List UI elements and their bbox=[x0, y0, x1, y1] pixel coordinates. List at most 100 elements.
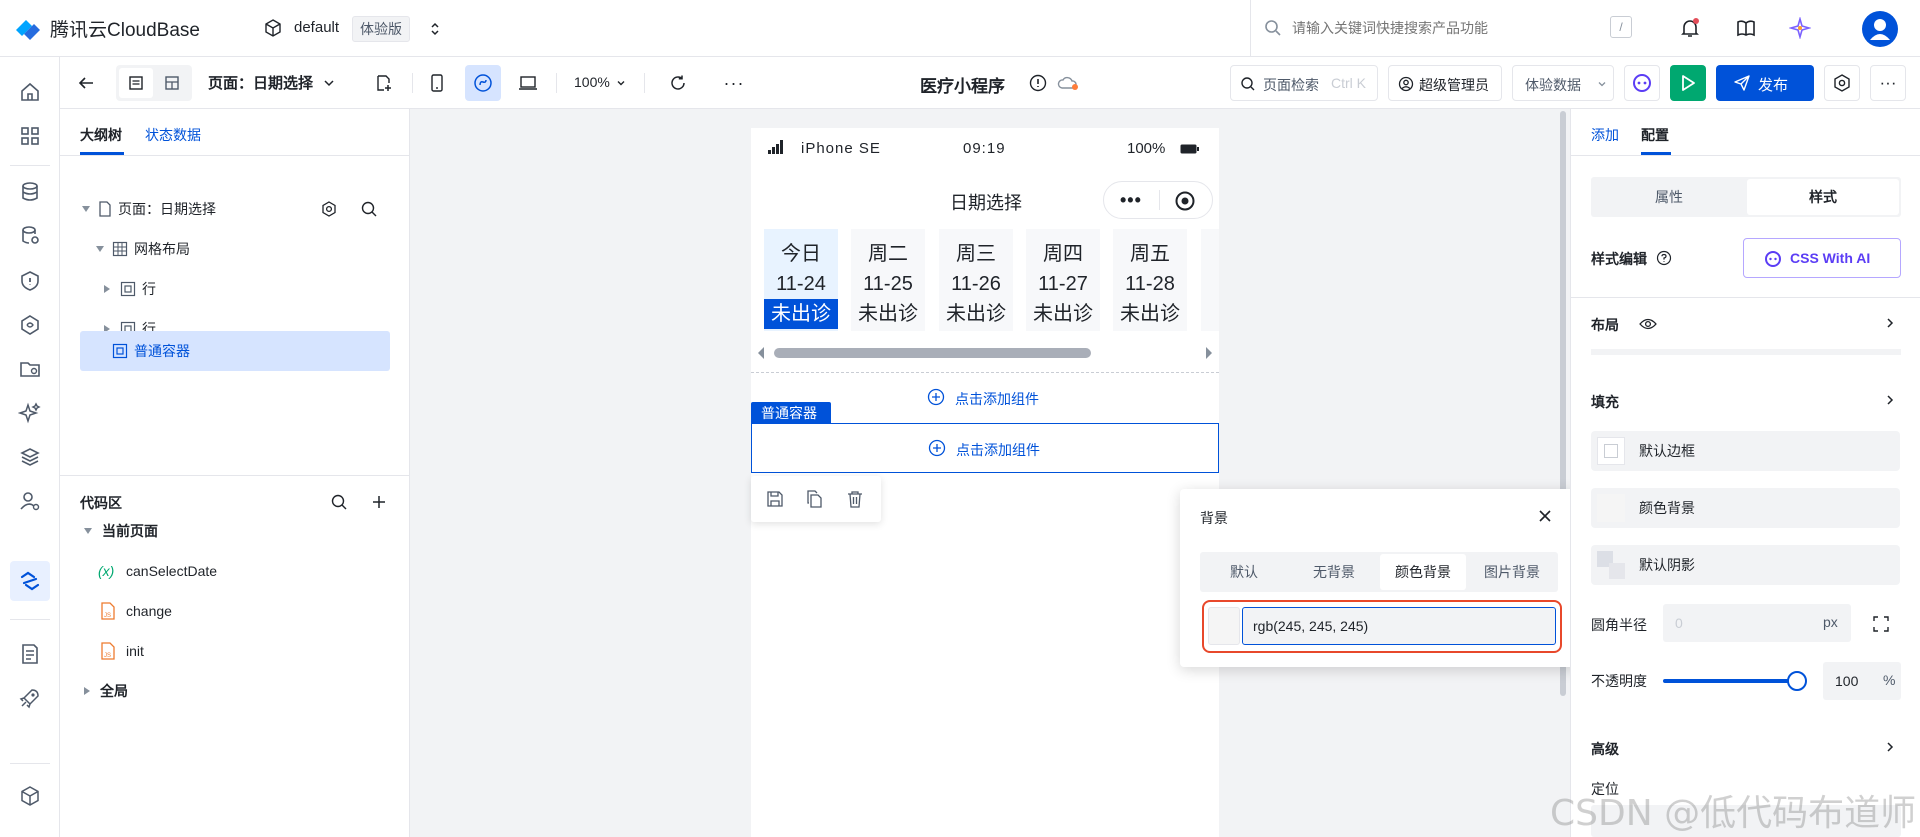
more-menu-icon[interactable]: ··· bbox=[1870, 65, 1906, 101]
tab-state-data[interactable]: 状态数据 bbox=[145, 125, 201, 145]
brand-name[interactable]: 腾讯云CloudBase bbox=[50, 15, 200, 42]
user-settings-icon[interactable] bbox=[18, 489, 42, 513]
zoom-chevron-icon[interactable] bbox=[615, 77, 627, 89]
code-add-icon[interactable] bbox=[368, 491, 390, 513]
radius-input[interactable]: 0 px bbox=[1663, 604, 1851, 642]
switch-env-icon[interactable] bbox=[428, 20, 442, 38]
tree-node-grid[interactable]: 网格布局 bbox=[96, 231, 190, 267]
cloud-function-icon[interactable] bbox=[18, 313, 42, 337]
fill-option-shadow[interactable]: 默认阴影 bbox=[1591, 545, 1900, 585]
delete-icon[interactable] bbox=[845, 489, 865, 509]
scroll-left-arrow[interactable] bbox=[758, 347, 764, 359]
tree-node-page[interactable]: 页面：日期选择 bbox=[82, 191, 216, 227]
advanced-section-title[interactable]: 高级 bbox=[1591, 739, 1619, 759]
tab-outline-tree[interactable]: 大纲树 bbox=[80, 125, 122, 145]
tree-search-icon[interactable] bbox=[358, 198, 380, 220]
role-button[interactable]: 超级管理员 bbox=[1388, 65, 1502, 101]
code-item[interactable]: JS change bbox=[100, 593, 172, 629]
code-item[interactable]: JS init bbox=[100, 633, 144, 669]
tab-add[interactable]: 添加 bbox=[1591, 125, 1619, 145]
date-scroller[interactable]: 今日 11-24 未出诊 周二 11-25 未出诊 周三 11-26 未出诊 周… bbox=[751, 229, 1219, 331]
scroll-right-arrow[interactable] bbox=[1206, 347, 1212, 359]
rocket-icon[interactable] bbox=[18, 686, 42, 710]
docs-book-icon[interactable] bbox=[1734, 16, 1758, 40]
opacity-slider-thumb[interactable] bbox=[1787, 671, 1807, 691]
cube-settings-icon[interactable] bbox=[18, 784, 42, 808]
layout-view-icon[interactable] bbox=[155, 68, 189, 98]
date-card[interactable]: 周二 11-25 未出诊 bbox=[851, 229, 925, 331]
miniprogram-device-icon[interactable] bbox=[465, 65, 501, 101]
color-swatch[interactable] bbox=[1208, 607, 1240, 645]
capsule-button[interactable]: ••• bbox=[1103, 181, 1213, 219]
bg-tab-image[interactable]: 图片背景 bbox=[1468, 554, 1556, 590]
cloud-sync-icon[interactable] bbox=[1056, 72, 1080, 94]
save-icon[interactable] bbox=[765, 489, 785, 509]
caret-down-icon[interactable] bbox=[96, 246, 104, 252]
tree-node-container[interactable]: 普通容器 bbox=[112, 333, 190, 369]
bg-tab-none[interactable]: 无背景 bbox=[1290, 554, 1378, 590]
selected-container[interactable]: 点击添加组件 bbox=[751, 423, 1219, 473]
ai-sparkle-icon[interactable] bbox=[1788, 16, 1812, 40]
capsule-more-icon[interactable]: ••• bbox=[1120, 190, 1142, 211]
zoom-select[interactable]: 100% bbox=[574, 74, 610, 90]
eye-icon[interactable] bbox=[1639, 315, 1657, 333]
seg-attributes[interactable]: 属性 bbox=[1593, 179, 1745, 215]
page-search-button[interactable]: 页面检索 Ctrl K bbox=[1230, 65, 1378, 101]
storage-folder-icon[interactable] bbox=[18, 357, 42, 381]
fill-option-border[interactable]: 默认边框 bbox=[1591, 431, 1900, 471]
database-search-icon[interactable] bbox=[18, 224, 42, 248]
chevron-right-icon[interactable] bbox=[1883, 316, 1897, 330]
page-settings-icon[interactable] bbox=[318, 198, 340, 220]
code-group-global[interactable]: 全局 bbox=[84, 673, 128, 709]
mobile-device-icon[interactable] bbox=[425, 71, 449, 95]
caret-down-icon[interactable] bbox=[82, 206, 90, 212]
css-with-ai-button[interactable]: CSS With AI bbox=[1743, 238, 1901, 278]
run-play-icon[interactable] bbox=[1670, 65, 1706, 101]
tree-node-row[interactable]: 行 bbox=[104, 271, 156, 307]
code-search-icon[interactable] bbox=[328, 491, 350, 513]
refresh-icon[interactable] bbox=[666, 71, 690, 95]
outline-view-icon[interactable] bbox=[119, 68, 153, 98]
laptop-device-icon[interactable] bbox=[516, 71, 540, 95]
page-selector[interactable]: 页面：日期选择 bbox=[208, 72, 313, 93]
date-card[interactable]: 今日 11-24 未出诊 bbox=[764, 229, 838, 331]
horizontal-scrollbar-thumb[interactable] bbox=[774, 348, 1091, 358]
chevron-right-icon[interactable] bbox=[1883, 393, 1897, 407]
caret-down-icon[interactable] bbox=[84, 528, 92, 534]
opacity-slider-track[interactable] bbox=[1663, 679, 1798, 683]
fill-option-color-bg[interactable]: 颜色背景 bbox=[1591, 488, 1900, 528]
preview-eye-icon[interactable] bbox=[1624, 65, 1660, 101]
bg-tab-color[interactable]: 颜色背景 bbox=[1380, 554, 1466, 590]
back-arrow-icon[interactable] bbox=[74, 71, 98, 95]
home-icon[interactable] bbox=[18, 80, 42, 104]
bg-tab-default[interactable]: 默认 bbox=[1200, 554, 1288, 590]
caret-right-icon[interactable] bbox=[84, 687, 90, 695]
capsule-close-icon[interactable] bbox=[1174, 190, 1196, 212]
data-mode-select[interactable]: 体验数据 bbox=[1512, 65, 1614, 101]
document-list-icon[interactable] bbox=[18, 642, 42, 666]
layout-section-title[interactable]: 布局 bbox=[1591, 315, 1619, 335]
date-card[interactable]: 周五 11-28 未出诊 bbox=[1113, 229, 1187, 331]
more-dots-icon[interactable]: ··· bbox=[722, 71, 746, 95]
chevron-right-icon[interactable] bbox=[1883, 740, 1897, 754]
date-card[interactable]: 周四 11-27 未出诊 bbox=[1026, 229, 1100, 331]
expand-corners-icon[interactable] bbox=[1871, 614, 1891, 634]
env-name[interactable]: default bbox=[294, 19, 339, 36]
help-icon[interactable] bbox=[1655, 249, 1673, 267]
opacity-input[interactable]: 100 % bbox=[1823, 662, 1901, 700]
chevron-down-icon[interactable] bbox=[322, 76, 336, 90]
seg-style[interactable]: 样式 bbox=[1747, 179, 1899, 215]
caret-right-icon[interactable] bbox=[104, 285, 110, 293]
close-icon[interactable] bbox=[1534, 505, 1556, 527]
settings-hex-icon[interactable] bbox=[1824, 65, 1860, 101]
nav-item-lowcode-active[interactable] bbox=[10, 561, 50, 601]
user-avatar[interactable] bbox=[1862, 11, 1898, 47]
new-page-icon[interactable] bbox=[372, 71, 396, 95]
global-search-input[interactable] bbox=[1292, 16, 1592, 40]
color-value-input[interactable]: rgb(245, 245, 245) bbox=[1242, 607, 1556, 645]
code-item[interactable]: (x) canSelectDate bbox=[98, 553, 217, 589]
fill-section-title[interactable]: 填充 bbox=[1591, 392, 1619, 412]
apps-grid-icon[interactable] bbox=[18, 124, 42, 148]
layers-icon[interactable] bbox=[18, 445, 42, 469]
tab-config[interactable]: 配置 bbox=[1641, 125, 1669, 145]
